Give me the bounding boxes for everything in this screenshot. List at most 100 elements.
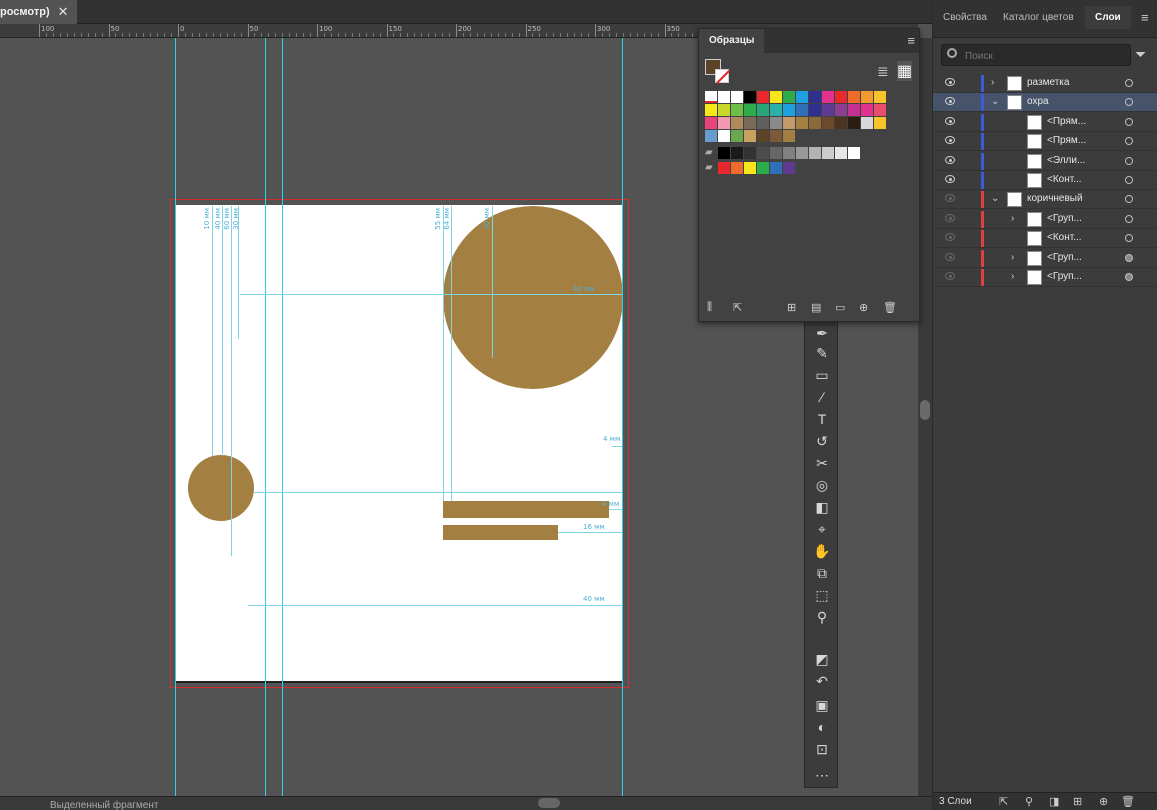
target-circle-icon[interactable] [1125, 273, 1133, 281]
swap-colors-icon[interactable]: ↶ [810, 671, 834, 691]
swatch[interactable] [848, 104, 860, 116]
hand-tool-icon[interactable]: ✋ [810, 541, 834, 561]
brush-tool-icon[interactable]: ∕ [810, 387, 834, 407]
layer-name[interactable]: <Груп... [1047, 252, 1082, 263]
status-text[interactable]: Выделенный фрагмент [50, 800, 158, 810]
swatch-libraries-icon[interactable]: ⫼ [707, 301, 712, 314]
swatch[interactable] [731, 104, 743, 116]
guide-line[interactable] [175, 38, 176, 796]
layer-name[interactable]: разметка [1027, 77, 1069, 88]
pen-tool-icon[interactable]: ✎ [810, 343, 834, 363]
color-mode-icon[interactable]: ◐ [810, 717, 834, 737]
swatch[interactable] [770, 91, 782, 103]
layer-name[interactable]: <Конт... [1047, 232, 1082, 243]
new-color-group-icon[interactable]: ⊞ [787, 301, 796, 314]
swatch[interactable] [757, 117, 769, 129]
fill-stroke-indicator[interactable] [705, 59, 731, 85]
swatch[interactable] [731, 117, 743, 129]
layer-name[interactable]: <Конт... [1047, 174, 1082, 185]
target-circle-icon[interactable] [1125, 176, 1133, 184]
horizontal-scroll-thumb[interactable] [538, 798, 560, 808]
filter-icon[interactable]: ⏷ [1135, 46, 1146, 63]
swatch[interactable] [757, 130, 769, 142]
layer-name[interactable]: <Прям... [1047, 116, 1086, 127]
swatch[interactable] [874, 117, 886, 129]
new-swatch-icon[interactable]: ⊕ [859, 301, 868, 314]
layer-row[interactable]: <Конт... [933, 171, 1157, 190]
swatch[interactable] [796, 91, 808, 103]
visibility-eye-icon[interactable] [945, 136, 955, 145]
target-circle-icon[interactable] [1125, 214, 1133, 223]
layer-row[interactable]: › <Груп... [933, 210, 1157, 229]
folder-icon[interactable]: ▰ [705, 162, 713, 173]
swatch[interactable] [731, 91, 743, 103]
swatch[interactable] [874, 91, 886, 103]
clipping-mask-icon[interactable]: ◨ [1049, 795, 1059, 808]
layer-name[interactable]: <Груп... [1047, 271, 1082, 282]
artboard-tool-icon[interactable]: ⬚ [810, 585, 834, 605]
swatch[interactable] [835, 147, 847, 159]
rotate-tool-icon[interactable]: ↺ [810, 431, 834, 451]
swatch[interactable] [744, 162, 756, 174]
more-tools-icon[interactable]: ⋯ [810, 765, 834, 785]
shape-builder-icon[interactable]: ◎ [810, 475, 834, 495]
swatch[interactable] [796, 104, 808, 116]
swatch[interactable] [835, 117, 847, 129]
layer-name[interactable]: <Элли... [1047, 155, 1085, 166]
swatch[interactable] [744, 117, 756, 129]
visibility-eye-icon[interactable] [945, 97, 955, 106]
layer-name[interactable]: <Груп... [1047, 213, 1082, 224]
visibility-eye-icon[interactable] [945, 194, 955, 203]
swatch[interactable] [705, 104, 717, 116]
swatch[interactable] [861, 104, 873, 116]
target-circle-icon[interactable] [1125, 98, 1133, 107]
swatch-none[interactable] [705, 91, 717, 103]
rectangle-tool-icon[interactable]: ▭ [810, 365, 834, 385]
swatch[interactable] [822, 117, 834, 129]
swatch[interactable] [783, 91, 795, 103]
visibility-eye-icon[interactable] [945, 272, 955, 280]
draw-mode-icon[interactable]: ⊡ [810, 739, 834, 759]
swatch[interactable] [718, 162, 730, 174]
export-icon[interactable]: ⇱ [999, 795, 1008, 808]
symbol-tool-icon[interactable]: ⧉ [810, 563, 834, 583]
swatch[interactable] [796, 147, 808, 159]
eyedropper-tool-icon[interactable]: ⌖ [810, 519, 834, 539]
target-circle-icon[interactable] [1125, 79, 1133, 87]
swatch[interactable] [809, 91, 821, 103]
chevron-right-icon[interactable]: › [1011, 252, 1014, 263]
delete-swatch-icon[interactable]: 🗑 [883, 301, 897, 314]
swatch[interactable] [770, 104, 782, 116]
swatch[interactable] [783, 104, 795, 116]
swatch[interactable] [757, 162, 769, 174]
curvature-tool-icon[interactable]: ✒ [810, 323, 834, 343]
swatch[interactable] [757, 104, 769, 116]
swatch[interactable] [835, 104, 847, 116]
swatch[interactable] [744, 130, 756, 142]
document-tab[interactable]: росмотр) ✕ [0, 0, 77, 24]
gradient-tool-icon[interactable]: ◧ [810, 497, 834, 517]
layer-row[interactable]: ⌄ охра [933, 93, 1157, 113]
guide-line[interactable] [282, 38, 283, 796]
new-folder-icon[interactable]: ▭ [835, 301, 845, 314]
panel-menu-icon[interactable]: ≡ [907, 33, 915, 48]
swatch[interactable] [809, 147, 821, 159]
chevron-down-icon[interactable]: ⌄ [991, 193, 999, 204]
swatch[interactable] [731, 162, 743, 174]
swatch[interactable] [822, 91, 834, 103]
swatch[interactable] [705, 130, 717, 142]
target-circle-icon[interactable] [1125, 156, 1133, 165]
swatch[interactable] [822, 147, 834, 159]
scissors-tool-icon[interactable]: ✂ [810, 453, 834, 473]
swatch[interactable] [783, 162, 795, 174]
swatch[interactable] [757, 91, 769, 103]
layer-row[interactable]: <Прям... [933, 113, 1157, 132]
type-tool-icon[interactable]: T [810, 409, 834, 429]
chevron-right-icon[interactable]: › [991, 77, 994, 88]
swatch[interactable] [718, 91, 730, 103]
zoom-tool-icon[interactable]: ⚲ [810, 607, 834, 627]
target-circle-icon[interactable] [1125, 117, 1133, 126]
rectangle-top[interactable] [443, 501, 609, 518]
swatch-options-icon[interactable]: ▤ [811, 301, 821, 314]
layer-row[interactable]: <Конт... [933, 229, 1157, 249]
